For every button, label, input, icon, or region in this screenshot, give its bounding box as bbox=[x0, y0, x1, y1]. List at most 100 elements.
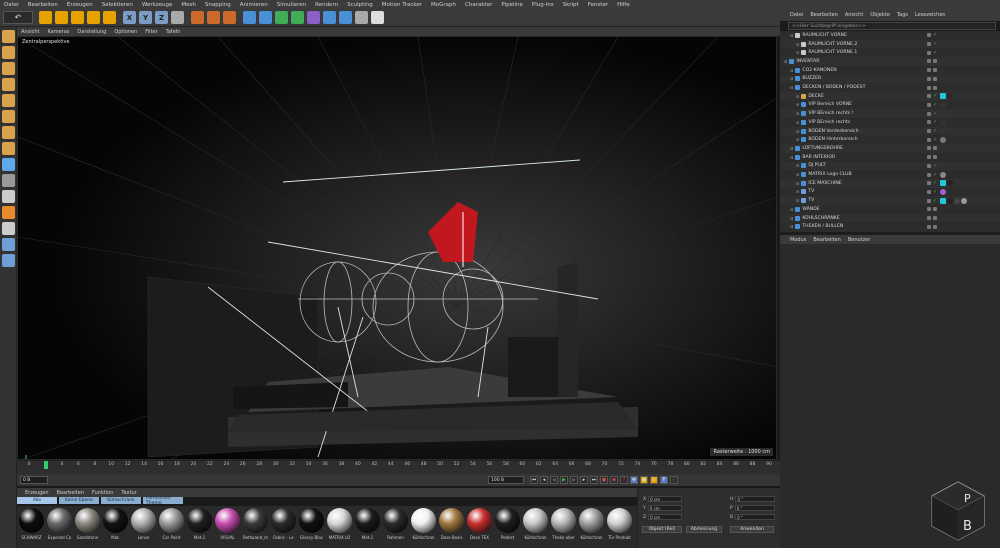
attribute-menu-item[interactable]: Modus bbox=[790, 237, 806, 243]
expand-icon[interactable]: ⊟ bbox=[790, 207, 793, 212]
expand-icon[interactable]: ⊟ bbox=[796, 198, 799, 203]
render-visibility-icon[interactable] bbox=[933, 59, 937, 64]
object-row[interactable]: ⊟ BUZZER bbox=[780, 74, 1000, 84]
viewport-menu-item[interactable]: Tafeln bbox=[166, 29, 181, 35]
material-item[interactable]: Theke ober bbox=[550, 506, 577, 546]
object-row[interactable]: ⊟ BODEN Vorderbereich ✓ bbox=[780, 126, 1000, 136]
material-item[interactable]: Mat. bbox=[102, 506, 129, 546]
viewport[interactable]: Zentralperspektive Rasterweite : 1000 cm bbox=[17, 36, 777, 460]
coord-y-field[interactable]: 0 cm bbox=[647, 505, 682, 511]
menu-item[interactable]: Rendern bbox=[315, 2, 338, 8]
rotation-key-icon[interactable]: ↻ bbox=[650, 476, 658, 484]
render-visibility-icon[interactable] bbox=[933, 155, 937, 160]
menu-item[interactable]: Snapping bbox=[205, 2, 231, 8]
editor-visibility-icon[interactable] bbox=[927, 120, 931, 125]
make-editable-icon[interactable] bbox=[2, 30, 15, 43]
expand-icon[interactable]: ⊟ bbox=[784, 59, 787, 64]
object-visibility-flags[interactable]: ✓ bbox=[927, 163, 939, 169]
object-row[interactable]: ⊟ DJ PULT ✓ bbox=[780, 161, 1000, 171]
world-coords-icon[interactable] bbox=[171, 11, 184, 24]
enable-snap-icon[interactable] bbox=[2, 190, 15, 203]
render-settings-icon[interactable] bbox=[223, 11, 236, 24]
object-row[interactable]: ⊟ THEKEN / BULLEN bbox=[780, 222, 1000, 231]
object-row[interactable]: ⊟ VIP Bereich VORNE ✓ bbox=[780, 101, 1000, 110]
model-mode-icon[interactable] bbox=[2, 46, 15, 59]
viewport-menu-item[interactable]: Darstellung bbox=[77, 29, 106, 35]
editor-visibility-icon[interactable] bbox=[927, 207, 931, 212]
enabled-check-icon[interactable]: ✓ bbox=[933, 163, 937, 169]
planar-workplane-icon[interactable] bbox=[2, 254, 15, 267]
object-row[interactable]: ⊟ BAR INTERIOR bbox=[780, 153, 1000, 162]
object-visibility-flags[interactable]: ✓ bbox=[927, 41, 939, 47]
material-item[interactable]: Exposed Co bbox=[46, 506, 73, 546]
live-selection-icon[interactable] bbox=[39, 11, 52, 24]
menu-item[interactable]: Mesh bbox=[181, 2, 195, 8]
texture-mode-icon[interactable] bbox=[2, 62, 15, 75]
expand-icon[interactable]: ⊟ bbox=[790, 155, 793, 160]
coord-mode-dropdown[interactable]: Objekt (Rel) bbox=[642, 526, 682, 533]
editor-visibility-icon[interactable] bbox=[927, 102, 931, 107]
solo-icon[interactable] bbox=[2, 222, 15, 235]
floor-icon[interactable] bbox=[339, 11, 352, 24]
editor-visibility-icon[interactable] bbox=[927, 189, 931, 194]
editor-visibility-icon[interactable] bbox=[927, 85, 931, 90]
expand-icon[interactable]: ⊟ bbox=[796, 129, 799, 134]
param-key-icon[interactable]: P bbox=[660, 476, 668, 484]
expand-icon[interactable]: ⊟ bbox=[796, 172, 799, 177]
object-row[interactable]: ⊟ KÜHLSCHRÄNKE bbox=[780, 213, 1000, 223]
menu-item[interactable]: Plug-ins bbox=[532, 2, 554, 8]
expand-icon[interactable]: ⊟ bbox=[796, 111, 799, 116]
editor-visibility-icon[interactable] bbox=[927, 172, 931, 177]
material-tag-icon[interactable] bbox=[940, 119, 946, 126]
object-search-input[interactable]: <<Hier Suchbegriff eingeben>> bbox=[788, 22, 996, 30]
object-visibility-flags[interactable]: ✓ bbox=[927, 198, 939, 204]
timeline-ruler[interactable]: 0246810121416182022242628303234363840424… bbox=[17, 461, 780, 469]
object-row[interactable]: ⊟ MATRIX Logo CLUB ✓ bbox=[780, 170, 1000, 179]
object-row[interactable]: ⊟ RAUMLICHT VORNE ✓ bbox=[780, 31, 1000, 40]
enabled-check-icon[interactable]: ✓ bbox=[933, 137, 937, 143]
object-visibility-flags[interactable]: ✓ bbox=[927, 119, 939, 125]
material-menu-item[interactable]: Funktion bbox=[92, 490, 113, 496]
coord-p-field[interactable]: 0 ° bbox=[734, 505, 775, 511]
timeline[interactable]: 0246810121416182022242628303234363840424… bbox=[17, 460, 780, 474]
render-visibility-icon[interactable] bbox=[933, 146, 937, 151]
menu-item[interactable]: Charakter bbox=[465, 2, 492, 8]
material-item[interactable]: Podest bbox=[494, 506, 521, 546]
render-visibility-icon[interactable] bbox=[933, 68, 937, 73]
object-visibility-flags[interactable] bbox=[927, 76, 939, 81]
enabled-check-icon[interactable]: ✓ bbox=[933, 198, 937, 204]
object-visibility-flags[interactable]: ✓ bbox=[927, 111, 939, 117]
object-row[interactable]: ⊟ RAUMLICHT VORNE.2 ✓ bbox=[780, 39, 1000, 49]
coord-size-dropdown[interactable]: Abmessung bbox=[686, 526, 722, 533]
previous-frame-icon[interactable]: ◃ bbox=[550, 476, 558, 484]
object-menu-item[interactable]: Lesezeichen bbox=[915, 12, 946, 18]
editor-visibility-icon[interactable] bbox=[927, 155, 931, 160]
expand-icon[interactable]: ⊟ bbox=[796, 120, 799, 125]
axis-mode-icon[interactable] bbox=[2, 142, 15, 155]
expand-icon[interactable]: ⊟ bbox=[790, 85, 793, 90]
editor-visibility-icon[interactable] bbox=[927, 42, 931, 47]
expand-icon[interactable]: ⊟ bbox=[790, 216, 793, 221]
object-visibility-flags[interactable] bbox=[927, 207, 939, 212]
viewport-menu-item[interactable]: Filter bbox=[145, 29, 157, 35]
array-icon[interactable] bbox=[291, 11, 304, 24]
viewport-menu-item[interactable]: Kameras bbox=[47, 29, 69, 35]
previous-key-icon[interactable]: ◂ bbox=[540, 476, 548, 484]
object-row[interactable]: ⊟ WÄNDE bbox=[780, 205, 1000, 214]
expand-icon[interactable]: ⊟ bbox=[796, 42, 799, 47]
editor-visibility-icon[interactable] bbox=[927, 76, 931, 81]
editor-visibility-icon[interactable] bbox=[927, 216, 931, 221]
object-visibility-flags[interactable] bbox=[927, 216, 939, 221]
material-tab[interactable]: Alle bbox=[17, 497, 57, 504]
material-menu-item[interactable]: Bearbeiten bbox=[57, 490, 84, 496]
material-item[interactable]: Car Paint bbox=[158, 506, 185, 546]
render-picture-viewer-icon[interactable] bbox=[207, 11, 220, 24]
z-axis-icon[interactable]: Z bbox=[155, 11, 168, 24]
end-frame-field[interactable]: 100 B bbox=[488, 476, 524, 484]
expand-icon[interactable]: ⊟ bbox=[796, 163, 799, 168]
coord-x-field[interactable]: 0 cm bbox=[648, 496, 683, 502]
material-tag-icon[interactable] bbox=[947, 180, 953, 187]
material-tag-icon[interactable] bbox=[940, 102, 946, 109]
object-row[interactable]: ⊟ INVENTAR bbox=[780, 57, 1000, 66]
object-visibility-flags[interactable]: ✓ bbox=[927, 32, 939, 38]
